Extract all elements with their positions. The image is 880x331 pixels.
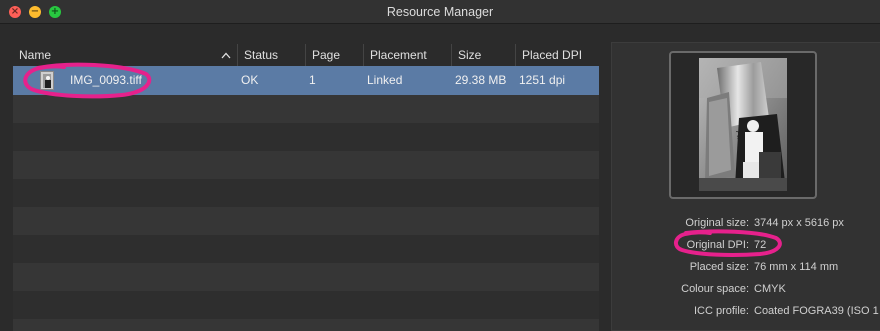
column-header-size[interactable]: Size [451,44,515,66]
original-dpi-row: Original DPI: 72 [612,237,880,253]
column-header-page[interactable]: Page [305,44,363,66]
table-row[interactable]: IMG_0093.tiff OK 1 Linked 29.38 MB 1251 … [13,66,599,95]
icc-profile-row: ICC profile: Coated FOGRA39 (ISO 1 [612,303,880,319]
original-size-row: Original size: 3744 px x 5616 px [612,215,880,231]
original-dpi-label: Original DPI: [686,239,749,251]
file-thumbnail [40,71,54,90]
original-dpi-value: 72 [754,239,767,251]
placed-size-value: 76 mm x 114 mm [754,261,839,273]
empty-row [13,123,599,151]
placed-size-label: Placed size: [689,261,749,273]
column-header-placed-dpi[interactable]: Placed DPI [515,44,599,66]
empty-row [13,319,599,331]
column-header-status[interactable]: Status [237,44,305,66]
file-placement: Linked [367,73,403,87]
image-preview: APOLLO [699,58,787,191]
empty-row [13,151,599,179]
preview-frame: APOLLO [669,51,817,199]
table-header: Name Status Page Placement Size Placed D… [13,44,599,66]
original-size-label: Original size: [685,217,749,229]
colour-space-row: Colour space: CMYK [612,281,880,297]
column-header-name[interactable]: Name [13,44,238,66]
file-placed-dpi: 1251 dpi [519,73,566,87]
details-panel: APOLLO Original size: 3744 px x 5616 px … [611,42,880,331]
column-header-placement[interactable]: Placement [363,44,451,66]
resource-table[interactable]: Name Status Page Placement Size Placed D… [13,44,599,331]
file-size: 29.38 MB [455,73,507,87]
empty-row [13,207,599,235]
colour-space-label: Colour space: [681,283,749,295]
title-bar: × − + Resource Manager [0,0,880,24]
icc-profile-label: ICC profile: [693,305,749,317]
file-page: 1 [309,73,316,87]
window-title: Resource Manager [386,5,494,19]
placed-size-row: Placed size: 76 mm x 114 mm [612,259,880,275]
empty-row [13,95,599,123]
empty-row [13,263,599,291]
empty-row [13,179,599,207]
empty-row [13,235,599,263]
empty-row [13,291,599,319]
file-status: OK [241,73,259,87]
chevron-up-icon[interactable] [218,44,234,66]
file-name: IMG_0093.tiff [70,73,142,87]
colour-space-value: CMYK [754,283,786,295]
original-size-value: 3744 px x 5616 px [754,217,844,229]
icc-profile-value: Coated FOGRA39 (ISO 1 [754,305,879,317]
